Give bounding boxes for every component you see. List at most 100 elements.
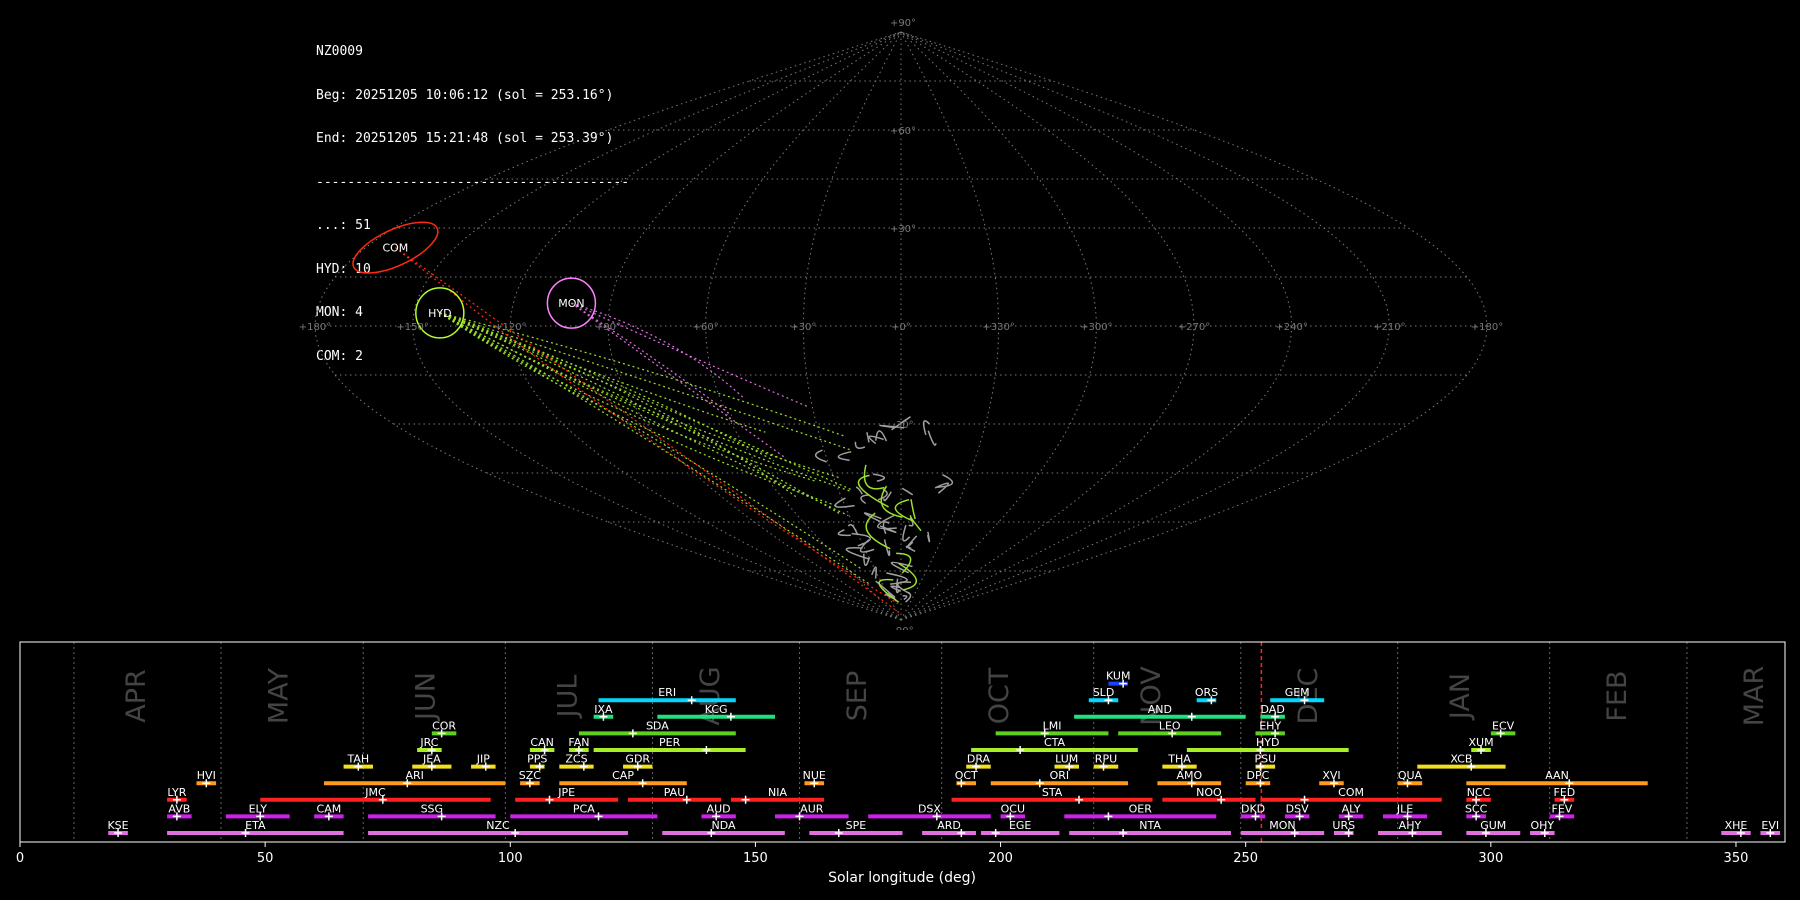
- dec-tick-label: +90°: [890, 18, 916, 29]
- meteor-trail: [871, 566, 878, 579]
- shower-label: OCU: [1001, 802, 1025, 815]
- shower-peak-marker: [702, 746, 711, 754]
- dec-tick-label: -30°: [892, 420, 913, 431]
- meteor-trail: [395, 247, 899, 605]
- shower-label: COR: [432, 719, 456, 732]
- month-label: MAR: [1739, 666, 1770, 727]
- shower-label: LYR: [167, 786, 186, 799]
- shower-peak-marker: [628, 729, 637, 738]
- meteor-trail: [439, 312, 840, 508]
- shower-peak-marker: [1104, 812, 1113, 821]
- shower-label: JIP: [476, 753, 490, 766]
- shower-label: AMO: [1176, 769, 1202, 782]
- meteor-trail: [875, 430, 888, 442]
- meteor-trail: [815, 449, 827, 463]
- shower-label: ARD: [937, 819, 961, 832]
- shower-peak-marker: [1119, 829, 1128, 837]
- meteor-trail: [860, 494, 869, 505]
- meteor-trail: [905, 545, 916, 553]
- shower-label: HYD: [1256, 736, 1279, 749]
- shower-peak-marker: [638, 779, 647, 788]
- dec-tick-label: +30°: [890, 224, 916, 235]
- x-tick-label: 350: [1724, 851, 1749, 866]
- shower-label: XCB: [1450, 753, 1472, 766]
- month-label: JUN: [410, 672, 441, 722]
- meteor-trail: [926, 531, 931, 543]
- shower-label: DKD: [1241, 802, 1265, 815]
- ra-tick-label: +60°: [693, 322, 719, 333]
- shower-label: EHY: [1259, 719, 1281, 732]
- meteor-trail: [863, 553, 871, 566]
- x-tick-label: 150: [743, 851, 768, 866]
- meteor-trail: [934, 482, 950, 494]
- x-tick-label: 200: [988, 851, 1013, 866]
- shower-label: AUR: [800, 802, 824, 815]
- shower-label: COM: [1338, 786, 1364, 799]
- shower-label: SSG: [421, 802, 444, 815]
- ra-tick-label: +330°: [982, 322, 1014, 333]
- meteor-trail: [837, 529, 851, 537]
- shower-label: SDA: [646, 719, 669, 732]
- shower-label: ALY: [1342, 802, 1361, 815]
- meteor-trail: [902, 524, 911, 542]
- ra-tick-label: +300°: [1080, 322, 1112, 333]
- shower-label: DPC: [1247, 769, 1270, 782]
- shower-peak-marker: [1187, 712, 1196, 721]
- dec-tick-label: +60°: [890, 126, 916, 137]
- shower-label: DSV: [1286, 802, 1309, 815]
- ra-tick-label: +150°: [396, 322, 428, 333]
- radiant-markers: COM HYD MON: [352, 221, 597, 339]
- meteor-trail: [571, 302, 733, 416]
- ra-tick-label: +0°: [891, 322, 911, 333]
- shower-label: NIA: [768, 786, 787, 799]
- shower-bars: KUM ERI SLD ORS GEM IXA KCG AND DAD COR SDA LMI LEO E…: [107, 670, 1781, 837]
- shower-label: SLD: [1093, 686, 1115, 699]
- meteor-trail: [872, 473, 886, 482]
- shower-label: OER: [1129, 802, 1153, 815]
- meteor-trail: [866, 432, 870, 443]
- shower-label: XUM: [1468, 736, 1493, 749]
- month-label: APR: [121, 669, 152, 723]
- shower-peak-marker: [1016, 746, 1025, 754]
- shower-label: AHY: [1399, 819, 1422, 832]
- shower-label: ERI: [658, 686, 676, 699]
- meteor-trail: [439, 312, 861, 569]
- shower-label: KCG: [705, 703, 728, 716]
- shower-label: CAP: [612, 769, 634, 782]
- shower-label: NDA: [712, 819, 737, 832]
- ra-tick-label: +210°: [1373, 322, 1405, 333]
- meteor-trail: [901, 487, 913, 496]
- shower-label: KUM: [1106, 670, 1130, 683]
- x-axis-label: Solar longitude (deg): [828, 870, 976, 886]
- month-label: SEP: [842, 671, 873, 721]
- meteor-trail: [851, 532, 871, 547]
- shower-label: STA: [1042, 786, 1063, 799]
- shower-label: NCC: [1467, 786, 1491, 799]
- shower-label: PER: [659, 736, 681, 749]
- meteor-trail: [439, 312, 841, 479]
- shower-label: EGE: [1009, 819, 1031, 832]
- shower-label: XVI: [1322, 769, 1340, 782]
- shower-label: NTA: [1139, 819, 1161, 832]
- x-axis: 0 50 100 150 200 250 300 350: [16, 842, 1749, 866]
- shower-label: DAD: [1261, 703, 1285, 716]
- shower-label: KSE: [107, 819, 128, 832]
- x-tick-label: 50: [257, 851, 274, 866]
- shower-label: ECV: [1492, 719, 1515, 732]
- shower-label: MON: [1269, 819, 1295, 832]
- shower-label: AND: [1148, 703, 1172, 716]
- shower-label: AUD: [707, 802, 731, 815]
- meteor-trail: [902, 595, 908, 601]
- radiant-label: MON: [558, 297, 584, 310]
- shower-peak-marker: [741, 795, 750, 804]
- shower-label: NOO: [1196, 786, 1222, 799]
- shower-label: AVB: [168, 802, 190, 815]
- ra-tick-label: +270°: [1178, 322, 1210, 333]
- shower-label: NZC: [486, 819, 510, 832]
- shower-label: ZCS: [565, 753, 587, 766]
- x-tick-label: 100: [498, 851, 523, 866]
- shower-label: PCA: [573, 802, 595, 815]
- shower-peak-marker: [726, 712, 735, 721]
- month-label: JUL: [553, 675, 584, 720]
- shower-label: JEA: [422, 753, 441, 766]
